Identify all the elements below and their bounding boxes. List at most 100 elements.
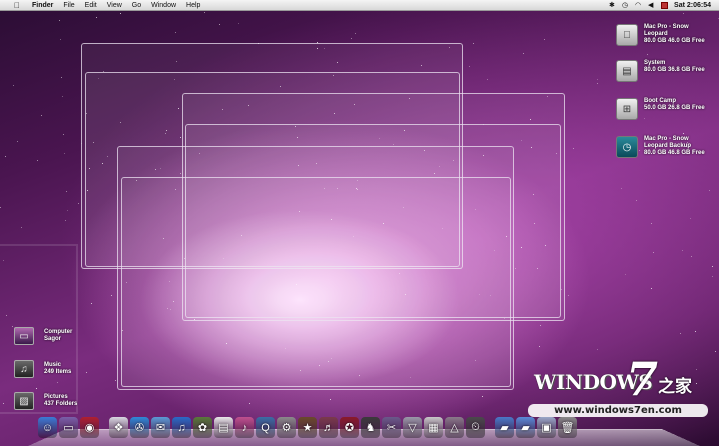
dock-triangle-icon[interactable]: △ [445, 417, 464, 438]
dock-preview-icon[interactable]: ❖ [109, 417, 128, 438]
star [20, 226, 22, 228]
dock-folder-blue-icon[interactable]: ▰ [495, 417, 514, 438]
drive-capacity: 80.0 GB 36.8 GB Free [644, 67, 705, 73]
dock-display-icon[interactable]: ▭ [59, 417, 78, 438]
music-icon: ♫ [14, 360, 34, 378]
dock-calendar-icon[interactable]: ▤ [214, 417, 233, 438]
star [691, 255, 693, 257]
flag-icon[interactable] [661, 1, 669, 9]
wifi-icon[interactable]: ◠ [635, 2, 642, 9]
star [523, 53, 525, 55]
star [65, 219, 67, 221]
window-outline-6[interactable] [121, 177, 511, 387]
menu-edit[interactable]: Edit [85, 2, 97, 9]
star [218, 23, 220, 25]
star [682, 133, 684, 135]
apple-menu-icon[interactable]:  [14, 1, 24, 10]
dock-utilities-icon[interactable]: ✂ [382, 417, 401, 438]
star [596, 83, 598, 85]
stack-title: Music [44, 362, 62, 368]
drive-boot-camp[interactable]: ⊞ Boot Camp 50.0 GB 26.8 GB Free [616, 98, 705, 120]
watermark-logo: WINDOWS 7 之家 www.windows7en.com [528, 352, 713, 422]
star [539, 346, 541, 348]
menu-clock[interactable]: Sat 2:06:54 [674, 2, 711, 9]
stack-music[interactable]: ♫ Music 249 Items [14, 360, 71, 378]
dock-garageband-icon[interactable]: ♬ [319, 417, 338, 438]
star [573, 148, 575, 150]
star [651, 223, 653, 225]
dock-documents-icon[interactable]: ▦ [424, 417, 443, 438]
menu-window[interactable]: Window [151, 2, 176, 9]
drive-capacity: 50.0 GB 26.8 GB Free [644, 105, 705, 111]
menu-go[interactable]: Go [132, 2, 141, 9]
time-machine-icon: ◷ [616, 136, 638, 158]
dock-chess-icon[interactable]: ♞ [361, 417, 380, 438]
stack-title: Computer [44, 329, 73, 335]
windows-drive-icon: ⊞ [616, 98, 638, 120]
star [59, 39, 61, 41]
star [544, 38, 546, 40]
drive-line: Leopard Backup [644, 143, 692, 149]
menu-finder[interactable]: Finder [32, 2, 53, 9]
menu-file[interactable]: File [63, 2, 74, 9]
drive-line: Leopard [644, 31, 668, 37]
dock-quicktime-icon[interactable]: Q [256, 417, 275, 438]
star [568, 295, 570, 297]
dock-itunes-2-icon[interactable]: ♪ [235, 417, 254, 438]
stack-title: Pictures [44, 394, 68, 400]
menu-bar:  Finder File Edit View Go Window Help ✱… [0, 0, 719, 11]
volume-icon[interactable]: ◀ [648, 2, 655, 9]
stack-computer[interactable]: ▭ Computer Sagor [14, 327, 72, 345]
dock-folder-docs-icon[interactable]: ▣ [537, 417, 556, 438]
star [635, 200, 637, 202]
dock-photo-booth-icon[interactable]: ✪ [340, 417, 359, 438]
menu-view[interactable]: View [107, 2, 122, 9]
drive-capacity: 80.0 GB 46.8 GB Free [644, 150, 705, 156]
dock-safari-icon[interactable]: ✇ [130, 417, 149, 438]
watermark-seven: 7 [626, 352, 659, 406]
dock-ichat-icon[interactable]: ✉ [151, 417, 170, 438]
star [486, 79, 488, 81]
star [652, 251, 654, 253]
drive-system[interactable]: ▤ System 80.0 GB 36.8 GB Free [616, 60, 705, 82]
star [96, 17, 98, 19]
stack-subtitle: 437 Folders [44, 401, 78, 407]
dock-applications-icon[interactable]: ▽ [403, 417, 422, 438]
watermark-url: www.windows7en.com [528, 404, 708, 417]
drive-mac-pro[interactable]:  Mac Pro - Snow Leopard 80.0 GB 46.0 GB… [616, 24, 705, 46]
star [689, 217, 691, 219]
stack-pictures[interactable]: ▨ Pictures 437 Folders [14, 392, 77, 410]
menu-extras: ✱ ◷ ◠ ◀ Sat 2:06:54 [609, 1, 711, 9]
menu-help[interactable]: Help [186, 2, 200, 9]
star [64, 153, 66, 155]
star [78, 203, 80, 205]
dock-folder-downloads-icon[interactable]: ▰ [516, 417, 535, 438]
dock-imovie-icon[interactable]: ★ [298, 417, 317, 438]
time-machine-menu-icon[interactable]: ◷ [622, 2, 629, 9]
drive-line: Mac Pro - Snow [644, 136, 689, 142]
star [5, 155, 7, 157]
star [91, 303, 93, 305]
star [58, 20, 60, 22]
dock-front-row-icon[interactable]: ◉ [80, 417, 99, 438]
dock-system-prefs-icon[interactable]: ⚙ [277, 417, 296, 438]
star [647, 53, 649, 55]
dock-time-machine-icon[interactable]: ⏲ [466, 417, 485, 438]
bluetooth-icon[interactable]: ✱ [609, 2, 616, 9]
drive-capacity: 80.0 GB 46.0 GB Free [644, 38, 705, 44]
star [482, 396, 484, 398]
star [0, 206, 2, 208]
drive-backup[interactable]: ◷ Mac Pro - Snow Leopard Backup 80.0 GB … [616, 136, 705, 158]
dock-itunes-icon[interactable]: ♫ [172, 417, 191, 438]
star [61, 77, 63, 79]
dock-iphoto-icon[interactable]: ✿ [193, 417, 212, 438]
star [472, 42, 474, 44]
dock-trash-icon[interactable]: 🗑 [558, 417, 577, 438]
star [680, 333, 682, 335]
star [597, 349, 599, 351]
star [351, 37, 353, 39]
star [86, 371, 88, 373]
star [114, 380, 116, 382]
star [597, 79, 599, 81]
dock-finder-icon[interactable]: ☺ [38, 417, 57, 438]
